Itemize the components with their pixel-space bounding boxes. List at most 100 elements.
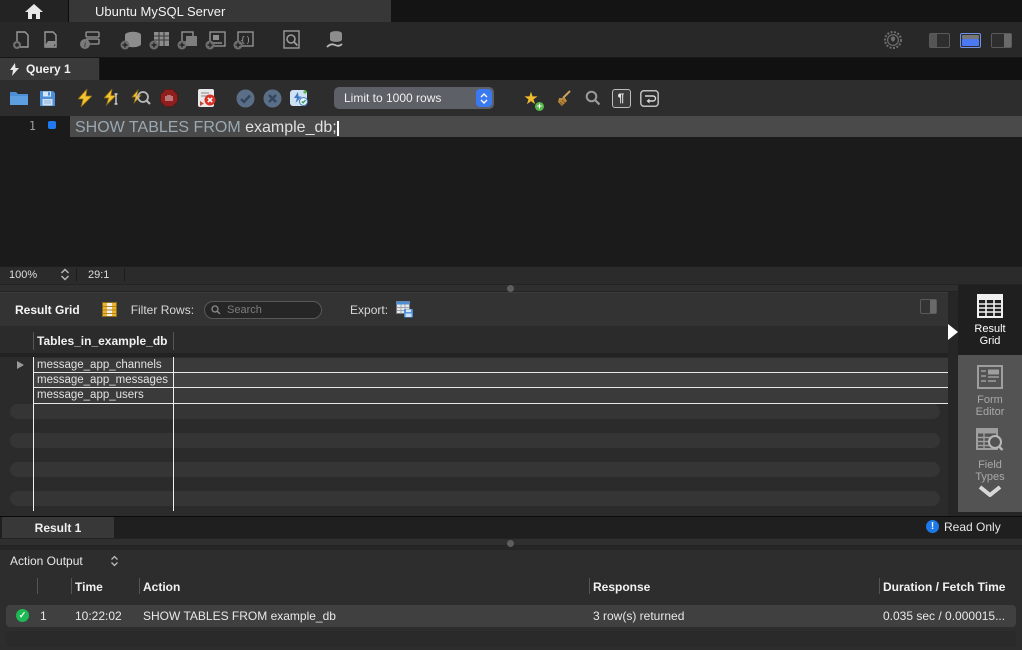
- execute-button[interactable]: [74, 86, 96, 110]
- toggle-bottom-panel-button[interactable]: [960, 33, 981, 48]
- empty-row-stripe: [10, 433, 940, 448]
- tab-result-1[interactable]: Result 1: [2, 517, 114, 538]
- action-output-selector[interactable]: Action Output: [10, 554, 83, 568]
- tab-query-1[interactable]: Query 1: [0, 58, 100, 80]
- toggle-preview-panel-button[interactable]: [920, 299, 937, 314]
- column-header-time[interactable]: Time: [75, 580, 103, 594]
- create-function-button[interactable]: {): [232, 28, 256, 52]
- search-objects-button[interactable]: [280, 28, 304, 52]
- pilcrow-icon: ¶: [612, 89, 631, 108]
- sidebar-label: Field Types: [968, 459, 1012, 483]
- sidebar-item-result-grid[interactable]: Result Grid: [958, 285, 1022, 355]
- toggle-right-panel-button[interactable]: [991, 33, 1012, 48]
- grid-column-header[interactable]: Tables_in_example_db: [37, 334, 168, 348]
- cell-value[interactable]: message_app_users: [37, 389, 144, 401]
- search-icon: [211, 305, 221, 315]
- zoom-stepper[interactable]: [60, 268, 70, 281]
- find-button[interactable]: [582, 86, 604, 110]
- column-separator: [139, 578, 140, 594]
- info-icon: !: [926, 520, 939, 533]
- grid-row-1[interactable]: message_app_channels: [33, 358, 948, 373]
- save-script-button[interactable]: [36, 86, 58, 110]
- empty-row-stripe: [10, 404, 940, 419]
- toggle-left-panel-button[interactable]: [929, 33, 950, 48]
- create-procedure-button[interactable]: [204, 28, 228, 52]
- sidebar-item-form-editor[interactable]: Form Editor: [958, 355, 1022, 418]
- open-script-button[interactable]: [8, 86, 30, 110]
- cursor-position: 29:1: [88, 269, 109, 281]
- grid-row-2[interactable]: message_app_messages: [33, 373, 948, 388]
- column-header-response[interactable]: Response: [593, 580, 650, 594]
- status-divider-2: [124, 268, 125, 282]
- row-time: 10:22:02: [75, 609, 122, 623]
- explain-plan-button[interactable]: [130, 86, 152, 110]
- connection-info-button[interactable]: i: [78, 28, 102, 52]
- result-grid-panel: Tables_in_example_db message_app_channel…: [0, 326, 948, 516]
- chevron-down-icon[interactable]: [978, 485, 1002, 497]
- panel-resize-handle-top[interactable]: [0, 284, 1022, 292]
- commit-button[interactable]: [234, 86, 256, 110]
- row-divider: [33, 387, 948, 388]
- editor-status-bar: [0, 266, 1022, 284]
- main-toolbar: i {): [0, 22, 1022, 58]
- save-snippet-button[interactable]: ★ +: [520, 86, 542, 110]
- create-schema-button[interactable]: [120, 28, 144, 52]
- filter-search-box[interactable]: [204, 301, 322, 319]
- title-tab-bar: Ubuntu MySQL Server: [0, 0, 1022, 22]
- cell-value[interactable]: message_app_channels: [37, 359, 162, 371]
- wrap-text-toggle[interactable]: [638, 86, 660, 110]
- rollback-button[interactable]: [261, 86, 283, 110]
- create-table-button[interactable]: [148, 28, 172, 52]
- export-recordset-button[interactable]: [396, 301, 414, 318]
- svg-text:i: i: [84, 40, 86, 49]
- cell-value[interactable]: message_app_messages: [37, 374, 168, 386]
- home-icon: [25, 4, 43, 19]
- left-panel-fill: [930, 34, 937, 47]
- filter-search-input[interactable]: [225, 303, 309, 317]
- grid-columns-icon[interactable]: [102, 302, 117, 317]
- grip-dot: [507, 285, 514, 292]
- zoom-level: 100%: [9, 269, 37, 281]
- sidebar-item-field-types[interactable]: Field Types: [958, 418, 1022, 497]
- stop-execution-button[interactable]: [158, 86, 180, 110]
- panel-resize-handle-bottom[interactable]: [0, 538, 1022, 546]
- row-action: SHOW TABLES FROM example_db: [143, 609, 336, 623]
- execute-current-statement-button[interactable]: [102, 86, 124, 110]
- row-duration: 0.035 sec / 0.000015...: [883, 609, 1005, 623]
- header-separator-2[interactable]: [173, 332, 174, 350]
- create-view-button[interactable]: [176, 28, 200, 52]
- row-limit-dropdown[interactable]: Limit to 1000 rows: [334, 87, 494, 109]
- sql-editor[interactable]: [0, 116, 1022, 266]
- column-separator: [589, 578, 590, 594]
- result-view-sidebar: Result Grid Form Editor Field Types: [958, 285, 1022, 512]
- apply-changes-button[interactable]: [322, 28, 346, 52]
- column-gridline: [33, 357, 34, 511]
- main-toolbar-right: [881, 22, 1012, 58]
- active-panel-arrow-icon: [948, 324, 958, 340]
- sql-keywords: SHOW TABLES FROM: [75, 119, 245, 136]
- result-grid-toolbar: Result Grid Filter Rows: Export:: [0, 292, 948, 326]
- sql-code-line[interactable]: SHOW TABLES FROM example_db;: [75, 119, 339, 137]
- column-header-action[interactable]: Action: [143, 580, 180, 594]
- result-tab-strip: [0, 516, 1022, 538]
- open-sql-file-button[interactable]: [38, 28, 62, 52]
- connection-tab[interactable]: Ubuntu MySQL Server: [69, 0, 391, 22]
- dropdown-stepper-icon: [476, 89, 492, 107]
- grid-row-3[interactable]: message_app_users: [33, 388, 948, 403]
- show-invisibles-toggle[interactable]: ¶: [610, 86, 632, 110]
- current-row-marker-icon: [17, 361, 24, 369]
- sql-identifier: example_db;: [245, 119, 337, 136]
- stop-on-error-toggle[interactable]: [196, 86, 218, 110]
- form-editor-icon: [977, 365, 1003, 389]
- status-divider: [76, 268, 77, 282]
- home-tab[interactable]: [0, 0, 69, 22]
- new-query-tab-button[interactable]: [10, 28, 34, 52]
- empty-row-stripe: [10, 462, 940, 477]
- output-selector-stepper[interactable]: [110, 555, 119, 567]
- autocommit-toggle[interactable]: [288, 86, 310, 110]
- beautify-query-button[interactable]: [554, 86, 576, 110]
- bolt-icon: [10, 63, 19, 76]
- column-header-duration[interactable]: Duration / Fetch Time: [883, 580, 1005, 594]
- column-gridline[interactable]: [173, 357, 174, 511]
- action-output-title: Action Output: [10, 554, 83, 568]
